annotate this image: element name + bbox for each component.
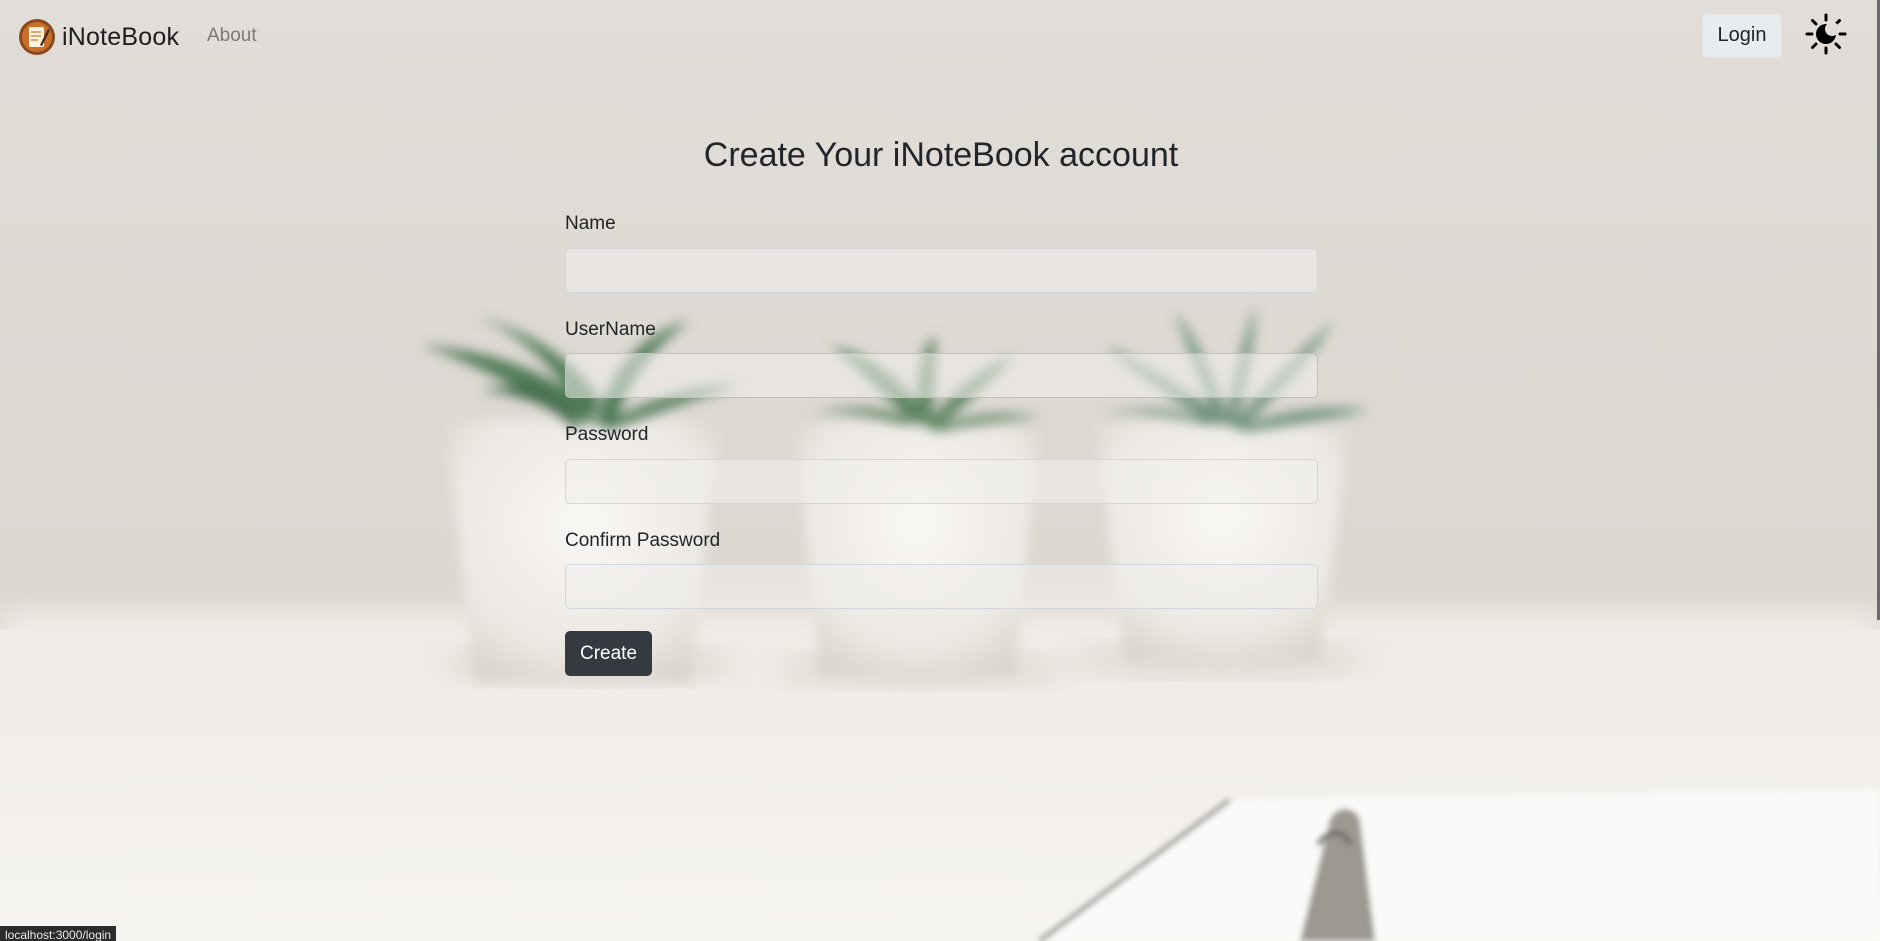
password-label: Password xyxy=(565,424,649,445)
notebook-logo-icon xyxy=(19,19,55,55)
sun-moon-icon[interactable] xyxy=(1805,13,1847,55)
name-label: Name xyxy=(565,213,616,234)
create-button[interactable]: Create xyxy=(565,631,652,676)
navbar: iNoteBook About Login xyxy=(0,0,1880,74)
password-input[interactable] xyxy=(565,459,1318,504)
nav-link-about[interactable]: About xyxy=(207,25,257,47)
name-input[interactable] xyxy=(565,248,1318,293)
page-title: Create Your iNoteBook account xyxy=(703,136,1179,174)
brand-name: iNoteBook xyxy=(62,22,180,51)
login-button[interactable]: Login xyxy=(1702,13,1782,58)
status-bar-url: localhost:3000/login xyxy=(0,926,117,941)
brand-link[interactable]: iNoteBook xyxy=(18,18,179,56)
username-input[interactable] xyxy=(565,353,1318,398)
confirm-password-input[interactable] xyxy=(565,564,1318,609)
confirm-password-label: Confirm Password xyxy=(565,530,721,551)
username-label: UserName xyxy=(565,319,656,340)
